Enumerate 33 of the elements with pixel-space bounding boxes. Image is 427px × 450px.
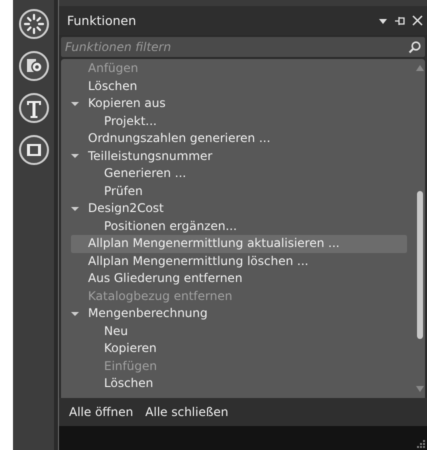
filter-field[interactable]: Funktionen filtern	[61, 37, 425, 57]
tree-item[interactable]: Generieren ...	[71, 165, 407, 182]
tree-item[interactable]: Design2Cost	[71, 200, 407, 218]
footer-button[interactable]: Alle öffnen	[65, 403, 138, 421]
spinner-icon[interactable]	[18, 8, 50, 40]
footer-button[interactable]: Alle schließen	[141, 403, 232, 421]
tree-item[interactable]: Projekt...	[71, 112, 407, 130]
document-gear-icon[interactable]	[18, 50, 50, 82]
tree-item[interactable]: Kopieren aus	[71, 95, 407, 112]
tree-item[interactable]: Mengenberechnung	[71, 305, 407, 322]
caret-icon[interactable]	[71, 310, 79, 318]
tree-item[interactable]: Neu	[71, 322, 407, 340]
tree-item[interactable]: Prüfen	[71, 182, 407, 200]
filter-input[interactable]: Funktionen filtern	[65, 40, 408, 54]
tree-item[interactable]: Aus Gliederung entfernen	[71, 270, 407, 288]
caret-icon[interactable]	[71, 204, 79, 213]
tree-item[interactable]: Allplan Mengenermittlung löschen ...	[71, 252, 407, 270]
resize-grip-icon[interactable]	[417, 440, 425, 448]
frame-icon[interactable]	[18, 134, 50, 166]
search-icon[interactable]	[408, 40, 421, 54]
text-icon[interactable]	[18, 92, 50, 124]
tree-item[interactable]: Allplan Mengenermittlung aktualisieren ...	[71, 235, 407, 252]
close-icon[interactable]	[412, 15, 423, 26]
tree-item[interactable]: Löschen	[71, 78, 407, 95]
pin-icon[interactable]	[394, 14, 406, 26]
caret-icon[interactable]	[71, 100, 79, 108]
tree-item[interactable]: Ordnungszahlen generieren ...	[71, 130, 407, 148]
panel-title: Funktionen	[67, 13, 136, 28]
tree-item[interactable]: Kopieren	[71, 340, 407, 358]
caret-icon[interactable]	[71, 152, 79, 160]
tree-item[interactable]: Löschen	[71, 375, 407, 392]
tree-item[interactable]: Teilleistungsnummer	[71, 148, 407, 165]
tree-item[interactable]: Positionen ergänzen...	[71, 218, 407, 235]
